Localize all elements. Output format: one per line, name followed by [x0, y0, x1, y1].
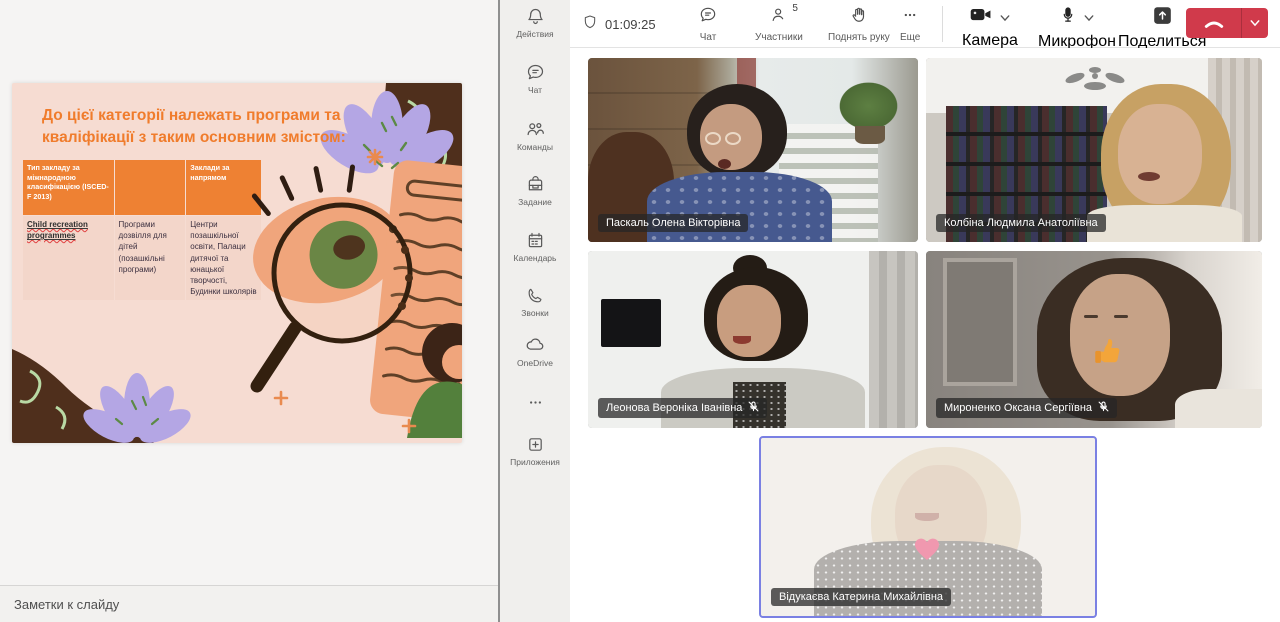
person-mouth	[1137, 172, 1160, 182]
app-window: До цієї категорії належать програми та к…	[0, 0, 1280, 622]
meeting-timer: 01:09:25	[605, 17, 656, 32]
slide-notes-bar[interactable]: Заметки к слайду	[0, 585, 498, 622]
hang-up-button[interactable]	[1186, 8, 1268, 38]
sidebar-item-activity[interactable]: Действия	[500, 6, 570, 39]
more-icon	[900, 5, 920, 30]
glasses	[724, 131, 741, 145]
participants-count: 5	[792, 3, 798, 14]
participant-name-tag: Паскаль Олена Вікторівна	[598, 214, 749, 232]
participant-name-tag: Колбіна Людмила Анатоліївна	[936, 214, 1106, 232]
raise-hand-icon	[849, 5, 869, 30]
person-shoulder	[1174, 389, 1262, 428]
calendar-icon	[525, 230, 546, 251]
sidebar-item-assignments[interactable]: Задание	[500, 174, 570, 207]
teams-icon	[524, 118, 546, 140]
sidebar-item-onedrive[interactable]: OneDrive	[500, 334, 570, 368]
table-header-cell	[113, 159, 187, 216]
mic-off-icon	[748, 401, 759, 415]
chevron-down-icon[interactable]	[1084, 9, 1094, 27]
video-tile-leonova[interactable]: Леонова Вероніка Іванівна	[588, 251, 918, 428]
camera-button[interactable]: Камера	[962, 5, 1018, 50]
chevron-down-icon[interactable]	[1242, 8, 1268, 38]
wall-tv	[601, 298, 661, 347]
mic-off-icon	[1098, 401, 1109, 415]
person-face	[716, 284, 781, 357]
video-grid: Паскаль Олена Вікторівна Колбіна Людмила…	[570, 48, 1280, 622]
table-cell: Програми дозвілля для дітей (позашкільні…	[113, 214, 187, 302]
table-header-cell: Тип закладу за міжнародною класифікацією…	[22, 159, 115, 216]
meeting-toolbar: 01:09:25 Чат 5 Участники Поднять руку Ещ…	[570, 0, 1280, 51]
table-cell: Child recreation programmes	[22, 214, 115, 302]
share-screen-icon	[1152, 5, 1173, 31]
sidebar-item-teams[interactable]: Команды	[500, 118, 570, 152]
slide-illustration-magnifier-eye	[250, 148, 462, 438]
plant-pot	[855, 126, 885, 145]
table-header-row: Тип закладу за міжнародною класифікацією…	[22, 159, 262, 216]
camera-icon	[969, 5, 993, 30]
person-face	[1117, 104, 1202, 204]
microphone-button[interactable]: Микрофон	[1038, 5, 1116, 51]
participant-name-tag: Леонова Вероніка Іванівна	[598, 398, 768, 418]
participants-icon: 5	[769, 3, 798, 30]
video-tile-vidukaieva-active[interactable]: Відукаєва Катерина Михайлівна	[759, 436, 1097, 618]
chat-button[interactable]: Чат	[698, 5, 718, 43]
calls-icon	[525, 286, 545, 306]
sidebar-item-calls[interactable]: Звонки	[500, 286, 570, 318]
sidebar-item-chat[interactable]: Чат	[500, 62, 570, 95]
person-eye	[1083, 314, 1098, 318]
app-sidebar: Действия Чат Команды Задание Календарь З…	[498, 0, 570, 622]
slide-decor-bottom-left	[12, 349, 191, 443]
participant-name-tag: Мироненко Оксана Сергіївна	[936, 398, 1118, 418]
sidebar-item-calendar[interactable]: Календарь	[500, 230, 570, 263]
meeting-window: 01:09:25 Чат 5 Участники Поднять руку Ещ…	[570, 0, 1280, 622]
chandelier	[1065, 66, 1125, 90]
person-body	[1087, 205, 1242, 242]
chat-icon	[698, 5, 718, 30]
participants-button[interactable]: 5 Участники	[755, 3, 803, 43]
table-row: Child recreation programmes Програми доз…	[22, 214, 262, 302]
video-tile-myronenko[interactable]: Мироненко Оксана Сергіївна	[926, 251, 1262, 428]
slide-table: Тип закладу за міжнародною класифікацією…	[22, 159, 262, 302]
hang-up-icon	[1186, 8, 1241, 38]
more-actions-button[interactable]: Еще	[900, 5, 920, 43]
chat-icon	[525, 62, 546, 83]
bell-icon	[525, 6, 546, 27]
onedrive-cloud-icon	[524, 334, 546, 356]
slide-notes-label: Заметки к слайду	[14, 596, 120, 612]
more-icon	[525, 392, 546, 413]
video-tile-kolbina[interactable]: Колбіна Людмила Анатоліївна	[926, 58, 1262, 242]
participant-name-tag: Відукаєва Катерина Михайлівна	[771, 588, 952, 606]
curtain	[868, 251, 918, 428]
raise-hand-button[interactable]: Поднять руку	[828, 5, 890, 43]
sidebar-item-more[interactable]	[500, 392, 570, 416]
person-mouth	[733, 335, 752, 344]
slide-canvas[interactable]: До цієї категорії належать програми та к…	[12, 83, 462, 443]
video-tile-paskal[interactable]: Паскаль Олена Вікторівна	[588, 58, 918, 242]
door-frame	[942, 258, 1017, 386]
person-eye	[1114, 314, 1129, 318]
assignments-icon	[525, 174, 546, 195]
sidebar-item-apps[interactable]: Приложения	[500, 434, 570, 467]
shield-icon	[582, 14, 598, 35]
apps-icon	[525, 434, 546, 455]
window-plant	[838, 81, 899, 130]
toolbar-divider	[942, 6, 943, 42]
presentation-pane: До цієї категорії належать програми та к…	[0, 0, 498, 622]
glasses	[705, 131, 722, 145]
chevron-down-icon[interactable]	[1000, 9, 1010, 27]
microphone-icon	[1059, 5, 1077, 31]
